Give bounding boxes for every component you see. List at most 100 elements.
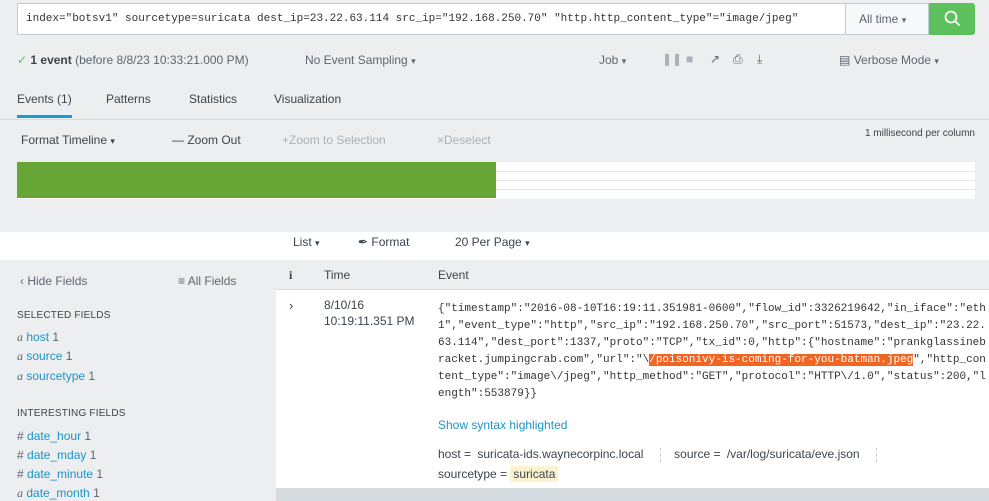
event-before-time: (before 8/8/23 10:33:21.000 PM) bbox=[75, 53, 249, 67]
zoom-to-selection-button[interactable]: +Zoom to Selection bbox=[282, 133, 386, 147]
field-name: date_mday bbox=[27, 448, 87, 462]
expand-event-chevron-icon[interactable]: › bbox=[289, 298, 293, 313]
caret-down-icon: ▾ bbox=[901, 15, 907, 25]
host-field-label: host = bbox=[438, 447, 472, 461]
info-column-header: i bbox=[289, 268, 293, 282]
field-type: a bbox=[17, 369, 23, 383]
event-sampling-label: No Event Sampling bbox=[305, 53, 408, 67]
field-count: 1 bbox=[88, 369, 96, 383]
list-view-dropdown[interactable]: List ▾ bbox=[293, 235, 320, 249]
field-host[interactable]: a host 1 bbox=[17, 330, 59, 345]
event-date: 8/10/16 bbox=[324, 298, 365, 312]
export-icon[interactable]: ⤓ bbox=[757, 52, 762, 67]
event-raw-text[interactable]: {"timestamp":"2016-08-10T16:19:11.351981… bbox=[438, 301, 986, 403]
search-bar: index="botsv1" sourcetype=suricata dest_… bbox=[0, 0, 989, 40]
all-fields-label: All Fields bbox=[187, 274, 237, 288]
search-mode-dropdown[interactable]: ▤ Verbose Mode ▾ bbox=[839, 53, 939, 67]
share-icon[interactable]: ↗ bbox=[710, 52, 720, 66]
hide-fields-button[interactable]: ‹ Hide Fields bbox=[20, 274, 87, 288]
caret-down-icon: ▾ bbox=[621, 56, 627, 66]
sourcetype-field-label: sourcetype = bbox=[438, 467, 508, 481]
field-count: 1 bbox=[52, 330, 60, 344]
plus-icon: + bbox=[282, 133, 290, 147]
deselect-button[interactable]: ×Deselect bbox=[437, 133, 491, 147]
show-syntax-highlighted-link[interactable]: Show syntax highlighted bbox=[438, 418, 567, 432]
field-date-minute[interactable]: # date_minute 1 bbox=[17, 467, 103, 481]
format-timeline-dropdown[interactable]: Format Timeline ▾ bbox=[21, 133, 115, 147]
zoom-out-button[interactable]: — Zoom Out bbox=[172, 133, 241, 147]
field-type: a bbox=[17, 349, 23, 363]
raw-text-highlight[interactable]: /poisonivy-is-coming-for-you-batman.jpeg bbox=[649, 354, 914, 366]
field-source[interactable]: a source 1 bbox=[17, 349, 72, 364]
list-controls: List ▾ ✒ Format 20 Per Page ▾ bbox=[0, 232, 989, 260]
format-label: Format bbox=[371, 235, 410, 249]
tab-statistics[interactable]: Statistics bbox=[189, 92, 237, 106]
tab-events[interactable]: Events (1) bbox=[17, 92, 72, 118]
timeline-scale-label: 1 millisecond per column bbox=[864, 128, 975, 139]
chevron-left-icon: ‹ bbox=[20, 274, 24, 288]
selected-fields-heading: SELECTED FIELDS bbox=[17, 310, 111, 321]
field-date-month[interactable]: a date_month 1 bbox=[17, 486, 100, 501]
job-label: Job bbox=[599, 53, 619, 67]
event-sampling-dropdown[interactable]: No Event Sampling ▾ bbox=[305, 53, 416, 67]
pencil-icon: ✒ bbox=[358, 235, 369, 249]
tab-patterns[interactable]: Patterns bbox=[106, 92, 151, 106]
source-field-label: source = bbox=[674, 447, 721, 461]
list-icon: ≡ bbox=[178, 274, 186, 288]
event-time: 10:19:11.351 PM bbox=[324, 314, 415, 328]
field-name: sourcetype bbox=[26, 369, 86, 383]
format-button[interactable]: ✒ Format bbox=[358, 235, 409, 249]
event-count: 1 event bbox=[30, 53, 72, 67]
caret-down-icon: ▾ bbox=[525, 238, 530, 248]
field-name: date_month bbox=[26, 486, 90, 500]
sourcetype-field-value[interactable]: suricata bbox=[510, 466, 559, 482]
pause-icon[interactable]: ❚❚ bbox=[662, 52, 682, 66]
list-view-label: List bbox=[293, 235, 312, 249]
time-range-picker[interactable]: All time ▾ bbox=[845, 3, 929, 35]
field-name: date_minute bbox=[27, 467, 94, 481]
events-table: i Time Event › 8/10/16 10:19:11.351 PM {… bbox=[276, 260, 989, 501]
horizontal-scrollbar[interactable] bbox=[276, 488, 989, 501]
tab-visualization[interactable]: Visualization bbox=[274, 92, 341, 106]
close-icon: × bbox=[437, 133, 445, 147]
stop-icon[interactable]: ■ bbox=[686, 52, 693, 66]
field-count: 1 bbox=[93, 486, 100, 500]
event-fields: host = suricata-ids.waynecorpinc.local s… bbox=[438, 444, 978, 484]
time-range-label: All time bbox=[859, 12, 899, 26]
print-icon[interactable]: ⎙ bbox=[733, 52, 743, 67]
field-type: a bbox=[17, 330, 23, 344]
all-fields-button[interactable]: ≡ All Fields bbox=[178, 274, 236, 288]
field-name: host bbox=[26, 330, 50, 344]
per-page-dropdown[interactable]: 20 Per Page ▾ bbox=[455, 235, 530, 249]
job-status-bar: ✓ 1 event (before 8/8/23 10:33:21.000 PM… bbox=[0, 40, 989, 80]
field-type: # bbox=[17, 429, 24, 443]
time-column-header[interactable]: Time bbox=[324, 268, 350, 282]
field-type: # bbox=[17, 467, 24, 481]
host-field-value[interactable]: suricata-ids.waynecorpinc.local bbox=[474, 446, 646, 462]
separator bbox=[659, 447, 661, 462]
search-query-input[interactable]: index="botsv1" sourcetype=suricata dest_… bbox=[17, 3, 845, 35]
search-button[interactable] bbox=[929, 3, 975, 35]
results-tabs: Events (1) Patterns Statistics Visualiza… bbox=[0, 80, 989, 120]
zoom-out-label: Zoom Out bbox=[187, 133, 241, 147]
search-icon bbox=[944, 10, 960, 26]
field-date-mday[interactable]: # date_mday 1 bbox=[17, 448, 96, 462]
field-type: a bbox=[17, 486, 23, 500]
caret-down-icon: ▾ bbox=[934, 56, 939, 66]
timeline-chart[interactable] bbox=[17, 162, 975, 199]
source-field-value[interactable]: /var/log/suricata/eve.json bbox=[724, 446, 863, 462]
zoom-to-selection-label: Zoom to Selection bbox=[289, 133, 386, 147]
timeline-bar[interactable] bbox=[17, 162, 496, 198]
mode-icon: ▤ bbox=[839, 53, 851, 67]
field-sourcetype[interactable]: a sourcetype 1 bbox=[17, 369, 95, 384]
job-menu[interactable]: Job ▾ bbox=[599, 53, 626, 67]
field-count: 1 bbox=[96, 467, 104, 481]
events-table-header: i Time Event bbox=[276, 260, 989, 290]
event-count-status: ✓ 1 event (before 8/8/23 10:33:21.000 PM… bbox=[17, 53, 249, 67]
field-type: # bbox=[17, 448, 24, 462]
format-timeline-label: Format Timeline bbox=[21, 133, 108, 147]
caret-down-icon: ▾ bbox=[411, 56, 416, 66]
minus-icon: — bbox=[172, 133, 184, 147]
check-icon: ✓ bbox=[17, 53, 28, 67]
field-date-hour[interactable]: # date_hour 1 bbox=[17, 429, 91, 443]
